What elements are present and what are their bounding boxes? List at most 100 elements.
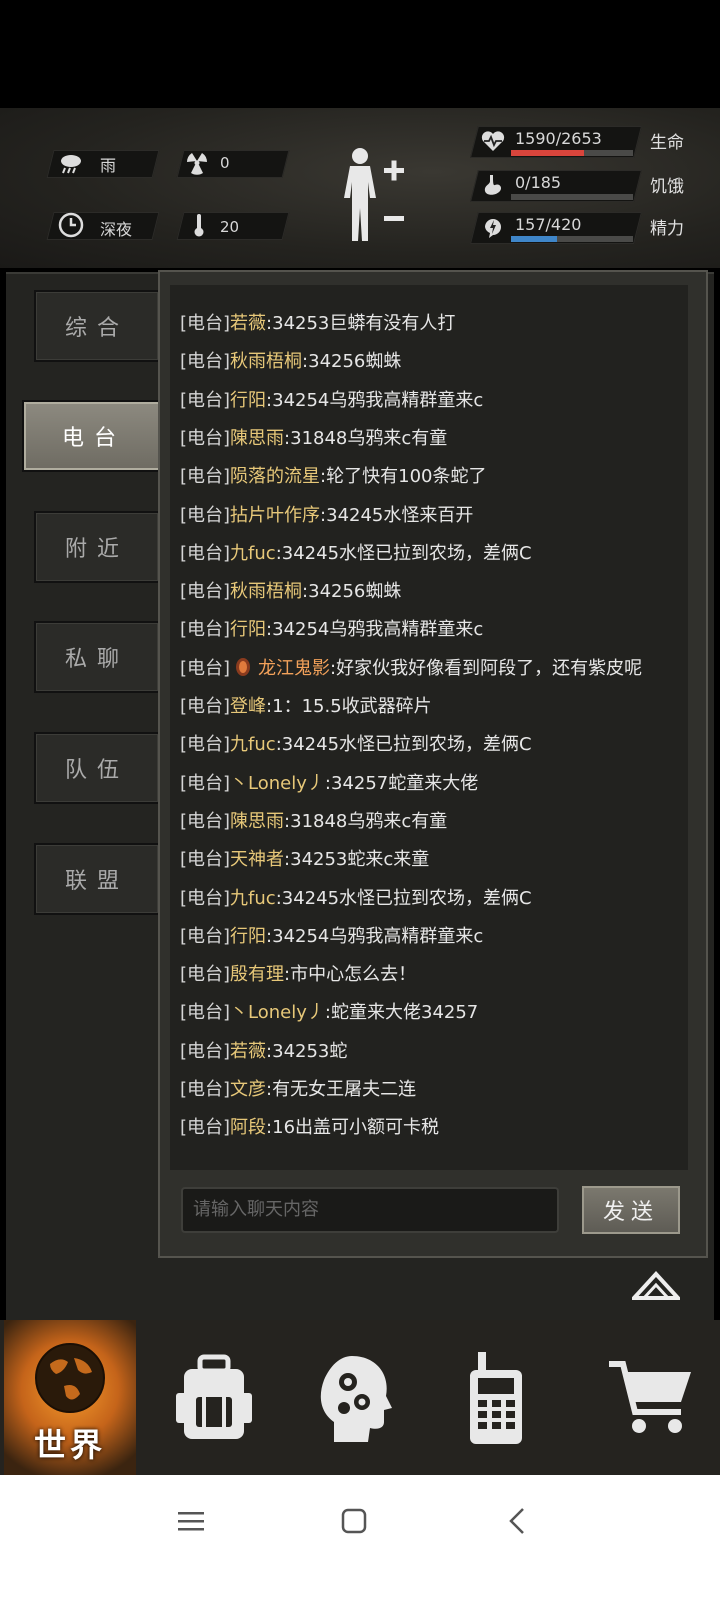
player-name[interactable]: 秋雨梧桐 (230, 351, 302, 372)
player-name[interactable]: 陳思雨 (230, 428, 284, 449)
radiation-value: 0 (220, 154, 230, 172)
chat-message[interactable]: [电台]秋雨梧桐:34256蜘蛛 (180, 577, 401, 603)
nav-radio[interactable] (428, 1320, 564, 1475)
message-text: :34245水怪来百开 (320, 504, 474, 526)
chat-message[interactable]: [电台]九fuc:34245水怪已拉到农场，差俩C (180, 884, 532, 910)
chat-message[interactable]: [电台]陳思雨:31848乌鸦来c有童 (180, 807, 447, 833)
hunger-bar (511, 194, 633, 200)
message-text: :16出盖可小额可卡税 (266, 1117, 440, 1139)
chat-message[interactable]: [电台]若薇:34253巨蟒有没有人打 (180, 309, 455, 335)
chat-message[interactable]: [电台]丶Lonely丿:蛇童来大佬34257 (180, 998, 478, 1024)
energy-bar-fill (511, 236, 557, 242)
player-name[interactable]: 行阳 (230, 926, 266, 947)
globe-icon (30, 1338, 110, 1422)
player-name[interactable]: 殷有理 (230, 964, 284, 985)
chat-message[interactable]: [电台]阿段:16出盖可小额可卡税 (180, 1113, 439, 1139)
tab-alliance[interactable]: 联盟 (34, 843, 160, 915)
player-name[interactable]: 秋雨梧桐 (230, 581, 302, 602)
message-text: :34256蜘蛛 (302, 581, 402, 603)
player-name[interactable]: 若薇 (230, 1041, 266, 1062)
tab-radio[interactable]: 电台 (22, 400, 166, 472)
channel-tag: [电台] (180, 1002, 231, 1024)
nav-world[interactable]: 世界 (4, 1320, 136, 1475)
channel-tag: [电台] (180, 351, 231, 373)
chat-message[interactable]: [电台]九fuc:34245水怪已拉到农场，差俩C (180, 730, 532, 756)
tab-private-chat[interactable]: 私聊 (34, 621, 160, 693)
chat-message[interactable]: [电台]拈片叶作序:34245水怪来百开 (180, 501, 473, 527)
message-text: :34245水怪已拉到农场，差俩C (275, 542, 532, 564)
energy-label: 精力 (650, 219, 684, 239)
send-button[interactable]: 发送 (582, 1186, 680, 1234)
player-name[interactable]: 九fuc (230, 734, 276, 755)
chat-message[interactable]: [电台]九fuc:34245水怪已拉到农场，差俩C (180, 539, 532, 565)
player-name[interactable]: 行阳 (230, 390, 266, 411)
player-name[interactable]: 天神者 (230, 849, 284, 870)
backpack-icon (176, 1354, 252, 1439)
chat-message[interactable]: [电台]行阳:34254乌鸦我高精群童来c (180, 386, 483, 412)
chat-message[interactable]: [电台]行阳:34254乌鸦我高精群童来c (180, 922, 483, 948)
chat-message[interactable]: [电台]天神者:34253蛇来c来童 (180, 845, 429, 871)
chat-message[interactable]: [电台]秋雨梧桐:34256蜘蛛 (180, 347, 401, 373)
player-name[interactable]: 文彦 (230, 1079, 266, 1100)
message-text: :34254乌鸦我高精群童来c (266, 619, 484, 641)
message-text: :31848乌鸦来c有童 (284, 427, 448, 449)
chat-message[interactable]: [电台]丶Lonely丿:34257蛇童来大佬 (180, 769, 478, 795)
nav-world-label: 世界 (33, 1426, 106, 1464)
channel-tag: [电台] (180, 466, 231, 488)
chat-message[interactable]: [电台]文彦:有无女王屠夫二连 (180, 1075, 416, 1101)
player-name[interactable]: 若薇 (230, 313, 266, 334)
channel-tag: [电台] (180, 964, 231, 986)
nav-skills[interactable] (286, 1320, 422, 1475)
collapse-up-icon[interactable] (629, 1268, 683, 1302)
channel-tag: [电台] (180, 427, 231, 449)
chat-message[interactable]: [电台]殷有理:市中心怎么去！ (180, 960, 416, 986)
tab-general[interactable]: 综合 (34, 290, 160, 362)
player-name[interactable]: 丶Lonely丿 (230, 1002, 325, 1023)
nav-backpack[interactable] (146, 1320, 282, 1475)
chat-message[interactable]: [电台]若薇:34253蛇 (180, 1037, 347, 1063)
message-text: :34253蛇 (266, 1040, 348, 1062)
player-name[interactable]: 九fuc (230, 543, 276, 564)
body-figure-icon[interactable] (340, 146, 412, 244)
chat-message[interactable]: [电台]陨落的流星:轮了快有100条蛇了 (180, 462, 486, 488)
player-name[interactable]: 拈片叶作序 (230, 505, 320, 526)
player-name[interactable]: 陳思雨 (230, 811, 284, 832)
chat-message[interactable]: [电台]行阳:34254乌鸦我高精群童来c (180, 615, 483, 641)
player-name[interactable]: 登峰 (230, 696, 266, 717)
home-icon[interactable] (341, 1508, 367, 1538)
message-text: :蛇童来大佬34257 (324, 1002, 479, 1024)
player-name[interactable]: 行阳 (230, 619, 266, 640)
time-label: 深夜 (100, 220, 133, 239)
channel-tag: [电台] (180, 810, 231, 832)
player-name[interactable]: 丶Lonely丿 (230, 773, 325, 794)
chat-input[interactable]: 请输入聊天内容 (181, 1187, 559, 1233)
tab-nearby[interactable]: 附近 (34, 511, 160, 583)
channel-tag: [电台] (180, 772, 231, 794)
hunger-label: 饥饿 (650, 177, 684, 197)
health-value: 1590/2653 (515, 129, 602, 148)
walkie-talkie-icon (470, 1351, 522, 1444)
player-name[interactable]: 龙江鬼影 (258, 658, 330, 679)
message-text: :34257蛇童来大佬 (324, 772, 479, 794)
channel-tag: [电台] (180, 696, 231, 717)
message-text: :市中心怎么去！ (284, 964, 417, 986)
message-text: :34256蜘蛛 (302, 351, 402, 373)
chat-message[interactable]: [电台]陳思雨:31848乌鸦来c有童 (180, 424, 447, 450)
health-label: 生命 (650, 133, 684, 153)
nav-shop[interactable] (582, 1320, 718, 1475)
message-text: :34253蛇来c来童 (284, 849, 430, 871)
stomach-icon (480, 172, 506, 198)
health-bar-fill (511, 150, 584, 156)
chat-message[interactable]: [电台] 龙江鬼影:好家伙我好像看到阿段了，还有紫皮呢 (180, 654, 642, 680)
chat-message[interactable]: [电台]登峰:1：15.5收武器碎片 (180, 692, 432, 718)
menu-icon[interactable] (178, 1510, 204, 1536)
temperature-value: 20 (220, 218, 240, 236)
player-name[interactable]: 阿段 (230, 1117, 266, 1138)
energy-value: 157/420 (515, 215, 582, 234)
player-name[interactable]: 陨落的流星 (230, 466, 320, 487)
channel-tag: [电台] (180, 1040, 231, 1062)
player-name[interactable]: 九fuc (230, 888, 276, 909)
tab-team[interactable]: 队伍 (34, 732, 160, 804)
message-text: :34245水怪已拉到农场，差俩C (275, 887, 532, 909)
back-icon[interactable] (508, 1507, 526, 1539)
